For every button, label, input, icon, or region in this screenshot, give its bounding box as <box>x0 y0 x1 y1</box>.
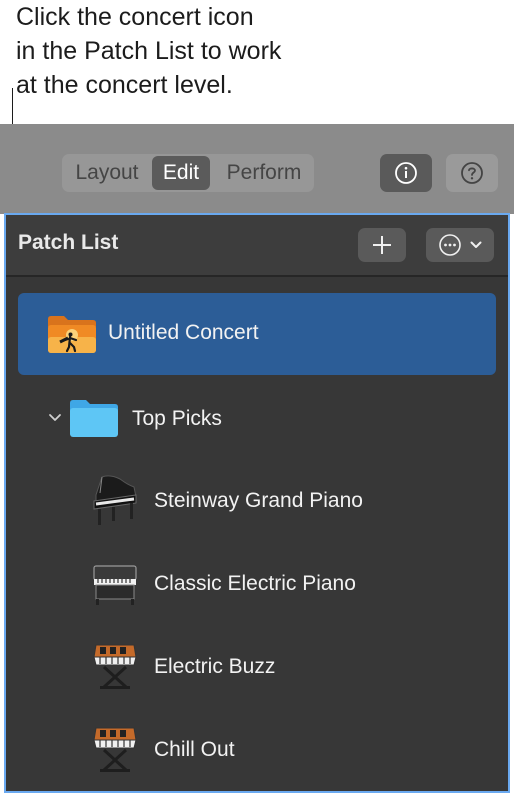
electric-piano-icon <box>93 565 137 605</box>
patch-row-electric-buzz[interactable]: Electric Buzz <box>18 627 496 709</box>
panel-title: Patch List <box>18 231 119 254</box>
info-icon <box>395 162 417 184</box>
callout-line-3: at the concert level. <box>16 71 233 99</box>
folder-icon <box>70 400 118 437</box>
concert-folder-icon[interactable] <box>46 313 98 355</box>
callout-text: Click the concert icon in the Patch List… <box>16 0 376 102</box>
patch-list-panel: Patch List Untitled Concert Top Picks St… <box>4 213 510 793</box>
callout-line-2: in the Patch List to work <box>16 37 282 65</box>
patch-row-classic-electric-piano[interactable]: Classic Electric Piano <box>18 544 496 626</box>
info-button[interactable] <box>380 154 432 192</box>
synth-keyboard-icon <box>93 727 137 772</box>
patch-row-label: Steinway Grand Piano <box>154 489 363 512</box>
patch-row-label: Chill Out <box>154 738 235 761</box>
patch-row-steinway-grand-piano[interactable]: Steinway Grand Piano <box>18 461 496 543</box>
disclosure-chevron-down-icon[interactable] <box>48 413 62 423</box>
more-options-button[interactable] <box>426 228 494 262</box>
plus-icon <box>373 236 391 254</box>
grand-piano-icon <box>93 475 137 525</box>
concert-row[interactable]: Untitled Concert <box>18 293 496 375</box>
help-icon <box>461 162 483 184</box>
tab-layout[interactable]: Layout <box>66 154 148 192</box>
tab-perform[interactable]: Perform <box>216 154 312 192</box>
add-patch-button[interactable] <box>358 228 406 262</box>
set-row-top-picks[interactable]: Top Picks <box>18 377 496 459</box>
help-button[interactable] <box>446 154 498 192</box>
ellipsis-circle-icon <box>439 234 461 256</box>
tab-edit[interactable]: Edit <box>152 156 210 190</box>
patch-row-label: Electric Buzz <box>154 655 276 678</box>
synth-keyboard-icon <box>93 644 137 689</box>
set-row-label: Top Picks <box>132 407 222 430</box>
patch-row-label: Classic Electric Piano <box>154 572 356 595</box>
toolbar: Layout Edit Perform <box>0 124 514 214</box>
mode-segmented-control: Layout Edit Perform <box>62 154 314 192</box>
patch-list-header: Patch List <box>6 215 508 277</box>
chevron-down-icon <box>470 241 482 248</box>
callout-line-1: Click the concert icon <box>16 3 254 31</box>
concert-row-label: Untitled Concert <box>108 321 259 344</box>
